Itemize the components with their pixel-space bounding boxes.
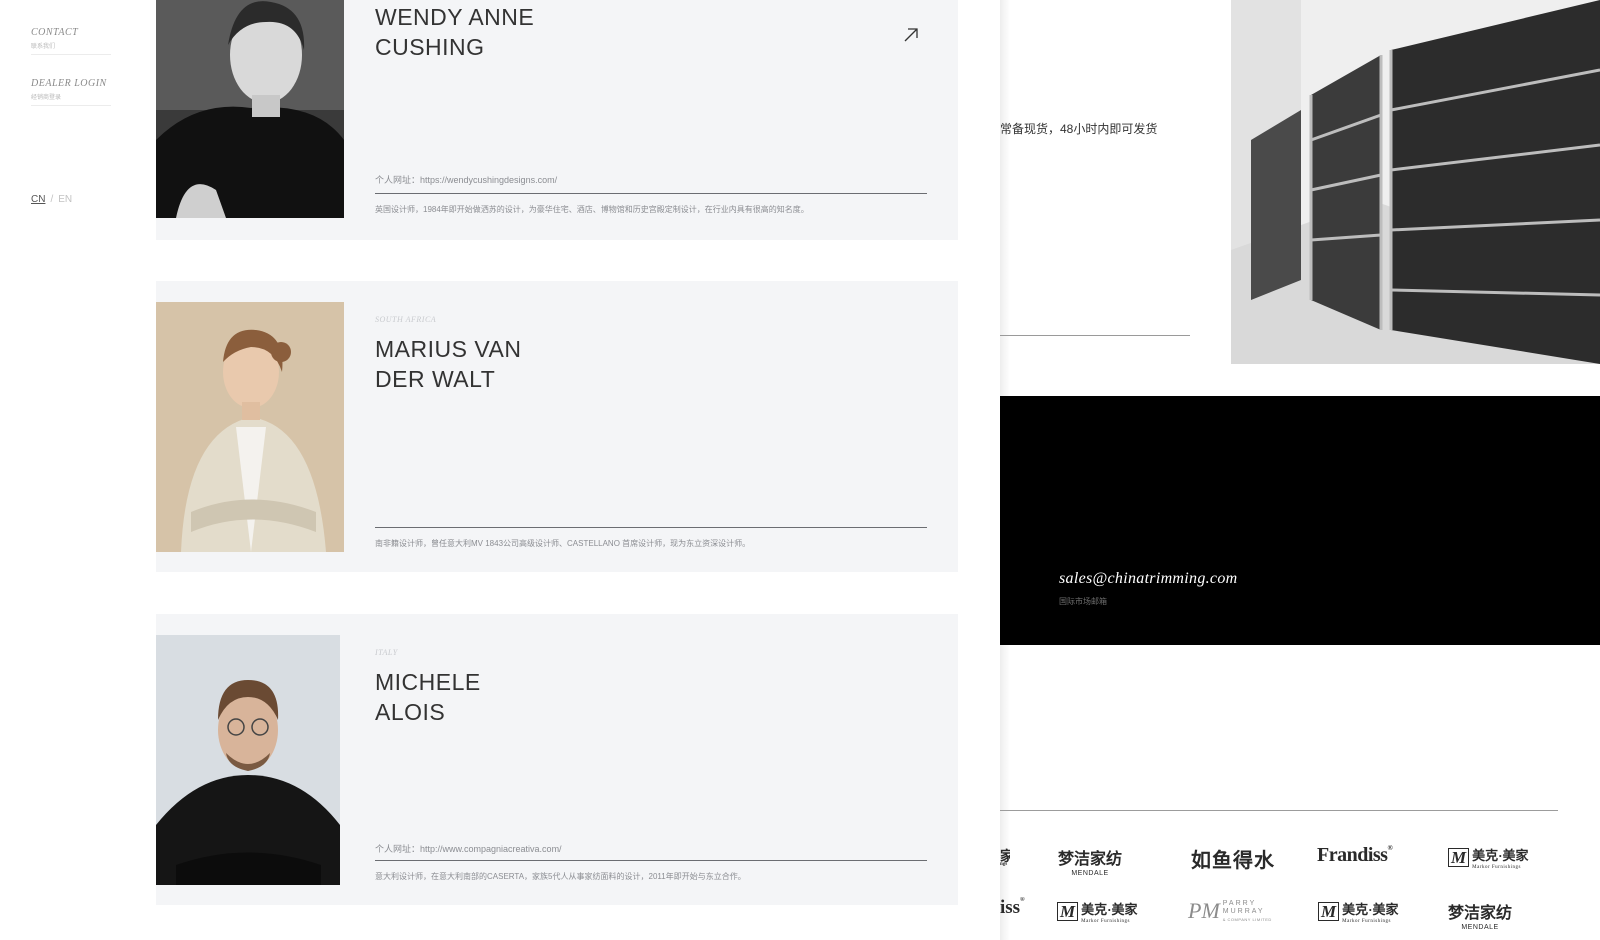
warehouse-shelves-icon xyxy=(1231,0,1600,364)
designer-portrait-icon xyxy=(156,635,340,885)
designer-bio: 南非籍设计师，曾任意大利MV 1843公司高级设计师、CASTELLANO 首席… xyxy=(375,539,751,548)
logo-markor-text: 美克·美家 Markor Furnishings xyxy=(1472,845,1528,870)
partner-logo-fragment-text: iss xyxy=(1000,897,1021,918)
contact-email-caption: 国际市场邮箱 xyxy=(1059,597,1107,606)
contact-email-link[interactable]: sales@chinatrimming.com xyxy=(1059,570,1238,588)
nav-contact-link[interactable]: CONTACT 联系我们 xyxy=(31,27,111,55)
partner-logo-mendale: 梦洁家纺 MENDALE xyxy=(1448,899,1512,931)
nav-contact-sublabel: 联系我们 xyxy=(31,44,56,50)
designer-bio: 意大利设计师，在意大利南部的CASERTA，家族5代人从事家纺面料的设计，201… xyxy=(375,872,746,881)
logo-parry-mark: PM xyxy=(1188,898,1220,923)
partner-logo-ruyu: 如鱼得水 xyxy=(1191,844,1275,873)
partner-logo-markor: M 美克·美家 Markor Furnishings xyxy=(1057,899,1137,924)
designer-country: SOUTH AFRICA xyxy=(375,315,437,324)
logo-markor-text: 美克·美家 Markor Furnishings xyxy=(1081,899,1137,924)
designer-name: WENDY ANNE CUSHING xyxy=(375,2,775,62)
designer-portrait-icon xyxy=(156,0,344,218)
designer-website[interactable]: 个人网址：http://www.compagniacreativa.com/ xyxy=(375,842,562,855)
divider xyxy=(375,527,927,528)
logo-markor-text: 美克·美家 Markor Furnishings xyxy=(1342,899,1398,924)
nav-dealer-login-label: DEALER LOGIN xyxy=(31,78,107,89)
partner-logo-markor: M 美克·美家 Markor Furnishings xyxy=(1318,899,1398,924)
designer-name-line1: MICHELE xyxy=(375,669,481,695)
logo-markor-cn: 美克·美家 xyxy=(1472,848,1529,863)
logo-frandiss-reg: ® xyxy=(1387,844,1393,852)
logo-frandiss-name: Frandiss xyxy=(1317,844,1388,866)
partner-logo-fragment: iss® xyxy=(1000,897,1028,919)
nav-dealer-login-sublabel: 经销商登录 xyxy=(31,95,62,101)
divider xyxy=(375,860,927,861)
designer-website[interactable]: 个人网址：https://wendycushingdesigns.com/ xyxy=(375,173,557,186)
designer-name-line2: DER WALT xyxy=(375,366,496,392)
lang-cn-link[interactable]: CN xyxy=(31,194,45,205)
logo-frandiss-text: Frandiss® xyxy=(1317,844,1393,867)
partner-logo-frandiss: Frandiss® xyxy=(1317,844,1393,867)
lang-separator: / xyxy=(50,194,54,205)
designer-card: WENDY ANNE CUSHING 个人网址：https://wendycus… xyxy=(156,0,958,240)
logo-mendale-en: MENDALE xyxy=(1071,870,1109,877)
designer-bio: 英国设计师，1984年即开始做洒苏的设计，为豪华住宅、酒店、博物馆和历史宫殿定制… xyxy=(375,205,809,214)
language-switcher: CN / EN xyxy=(31,194,72,205)
logo-markor-en: Markor Furnishings xyxy=(1472,865,1521,870)
designer-card: SOUTH AFRICA MARIUS VAN DER WALT 南非籍设计师，… xyxy=(156,281,958,572)
designer-photo xyxy=(156,0,344,218)
designer-photo xyxy=(156,302,344,552)
logo-parry-sub: & COMPANY LIMITED xyxy=(1222,917,1272,922)
designer-portrait-icon xyxy=(156,302,344,552)
logo-markor-mark: M xyxy=(1448,848,1470,867)
logo-ruyu-text: 如鱼得水 xyxy=(1191,850,1275,872)
logo-mendale-cn: 梦洁家纺 xyxy=(1448,905,1513,922)
logo-markor-cn: 美克·美家 xyxy=(1342,902,1399,917)
designer-card: ITALY MICHELE ALOIS 个人网址：http://www.comp… xyxy=(156,614,958,905)
designer-photo xyxy=(156,635,340,885)
divider xyxy=(375,193,927,194)
sidebar: CONTACT 联系我们 DEALER LOGIN 经销商登录 CN / EN xyxy=(0,0,150,940)
partner-logo-parry-murray: PM PARRY MURRAY & COMPANY LIMITED xyxy=(1188,898,1272,924)
logo-parry-name: PARRY MURRAY xyxy=(1222,900,1265,915)
nav-contact-label: CONTACT xyxy=(31,27,79,38)
partner-logo-markor: M 美克·美家 Markor Furnishings xyxy=(1448,845,1528,870)
logo-parry-text: PARRY MURRAY & COMPANY LIMITED xyxy=(1223,900,1272,922)
logo-mendale-cn: 梦洁家纺 xyxy=(1058,851,1123,868)
partner-logo-fragment-reg: ® xyxy=(1020,897,1025,903)
logo-mendale-en: MENDALE xyxy=(1461,924,1499,931)
warehouse-photo xyxy=(1231,0,1600,364)
external-link-arrow-icon[interactable] xyxy=(902,26,920,44)
lang-en-link[interactable]: EN xyxy=(58,194,72,205)
logo-markor-en: Markor Furnishings xyxy=(1081,919,1130,924)
nav-dealer-login-link[interactable]: DEALER LOGIN 经销商登录 xyxy=(31,78,111,106)
designer-name-line2: ALOIS xyxy=(375,699,446,725)
designer-name-line1: MARIUS VAN xyxy=(375,336,522,362)
logo-markor-mark: M xyxy=(1057,902,1079,921)
divider xyxy=(1000,335,1190,336)
logo-markor-mark: M xyxy=(1318,902,1340,921)
designer-name: MARIUS VAN DER WALT xyxy=(375,334,775,394)
divider xyxy=(1000,810,1558,811)
designer-name-line1: WENDY ANNE xyxy=(375,4,535,30)
logo-markor-cn: 美克·美家 xyxy=(1081,902,1138,917)
designer-country: ITALY xyxy=(375,648,398,657)
contact-block: sales@chinatrimming.com 国际市场邮箱 xyxy=(1000,396,1600,645)
logo-markor-en: Markor Furnishings xyxy=(1342,919,1391,924)
designer-name: MICHELE ALOIS xyxy=(375,667,775,727)
designer-name-line2: CUSHING xyxy=(375,34,485,60)
stock-description: 常备现货，48小时内即可发货 xyxy=(1000,122,1158,136)
partner-logo-fragment: ngs xyxy=(1000,862,1008,867)
partner-logo-mendale: 梦洁家纺 MENDALE xyxy=(1058,845,1122,877)
